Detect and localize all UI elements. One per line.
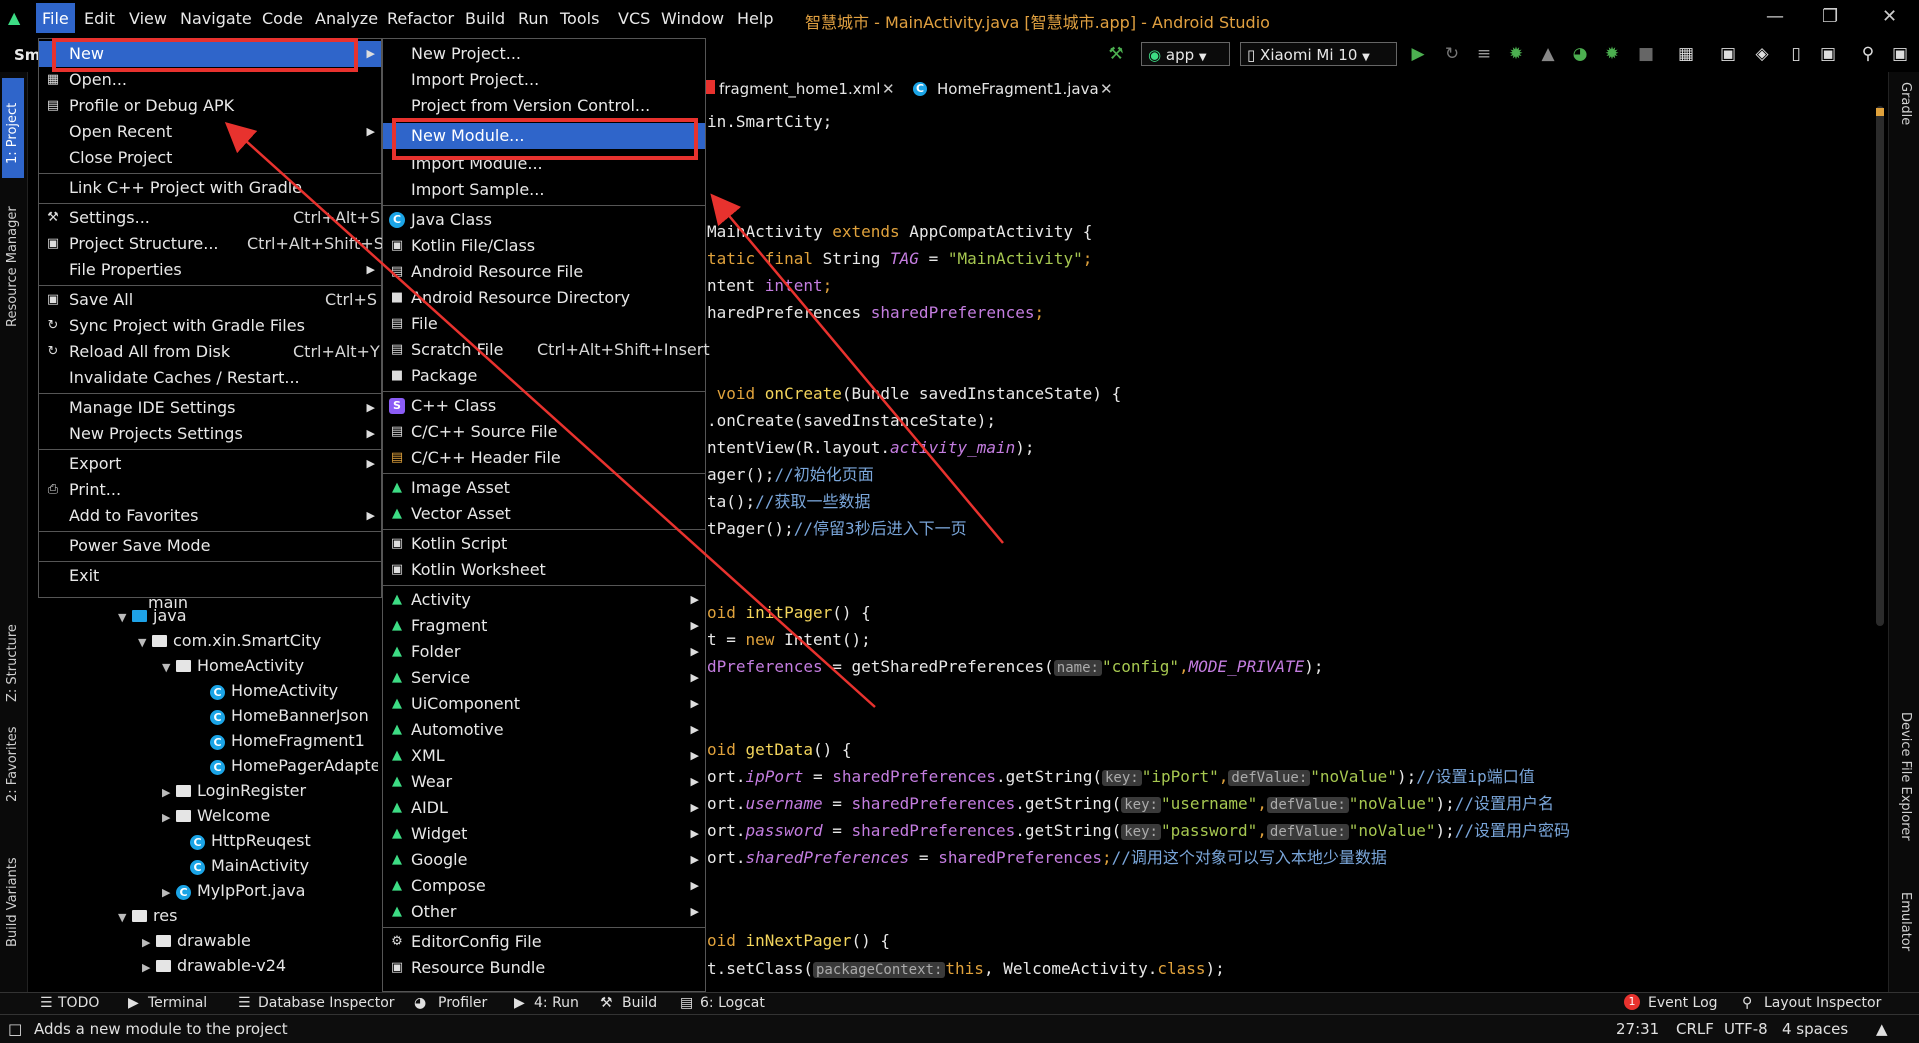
tab-build[interactable]: Build bbox=[622, 995, 657, 1011]
tab-run[interactable]: 4: Run bbox=[534, 995, 579, 1011]
list-icon: ☰ bbox=[40, 995, 53, 1011]
lock-icon[interactable]: ▲ bbox=[1876, 1020, 1888, 1038]
file-encoding[interactable]: UTF-8 bbox=[1724, 1020, 1768, 1038]
bottom-tool-tabs: ☰ TODO ▶ Terminal ☰ Database Inspector ◕… bbox=[0, 992, 1919, 1015]
annotation-arrows bbox=[224, 121, 1004, 708]
hammer-icon: ⚒ bbox=[600, 995, 613, 1011]
line-separator[interactable]: CRLF bbox=[1676, 1020, 1714, 1038]
run-icon: ▶ bbox=[514, 995, 525, 1011]
tab-database-inspector[interactable]: Database Inspector bbox=[258, 995, 395, 1011]
status-toggle-icon[interactable]: □ bbox=[8, 1020, 22, 1038]
tab-todo[interactable]: TODO bbox=[58, 995, 99, 1011]
tab-logcat[interactable]: 6: Logcat bbox=[700, 995, 765, 1011]
database-icon: ☰ bbox=[238, 995, 251, 1011]
caret-position[interactable]: 27:31 bbox=[1616, 1020, 1659, 1038]
terminal-icon: ▶ bbox=[128, 995, 139, 1011]
status-bar: □ Adds a new module to the project 27:31… bbox=[0, 1014, 1919, 1043]
tab-terminal[interactable]: Terminal bbox=[148, 995, 207, 1011]
annotation-arrow-to-new-module bbox=[710, 193, 1004, 544]
tab-event-log[interactable]: Event Log bbox=[1648, 995, 1718, 1011]
profiler-icon: ◕ bbox=[414, 995, 427, 1011]
annotation-arrow-to-new bbox=[224, 121, 876, 708]
layout-inspector-icon: ⚲ bbox=[1742, 995, 1753, 1011]
status-message: Adds a new module to the project bbox=[34, 1020, 288, 1038]
event-log-badge: 1 bbox=[1624, 994, 1640, 1010]
logcat-icon: ▤ bbox=[680, 995, 694, 1011]
tab-profiler[interactable]: Profiler bbox=[438, 995, 487, 1011]
tab-layout-inspector[interactable]: Layout Inspector bbox=[1764, 995, 1881, 1011]
indent-setting[interactable]: 4 spaces bbox=[1782, 1020, 1848, 1038]
